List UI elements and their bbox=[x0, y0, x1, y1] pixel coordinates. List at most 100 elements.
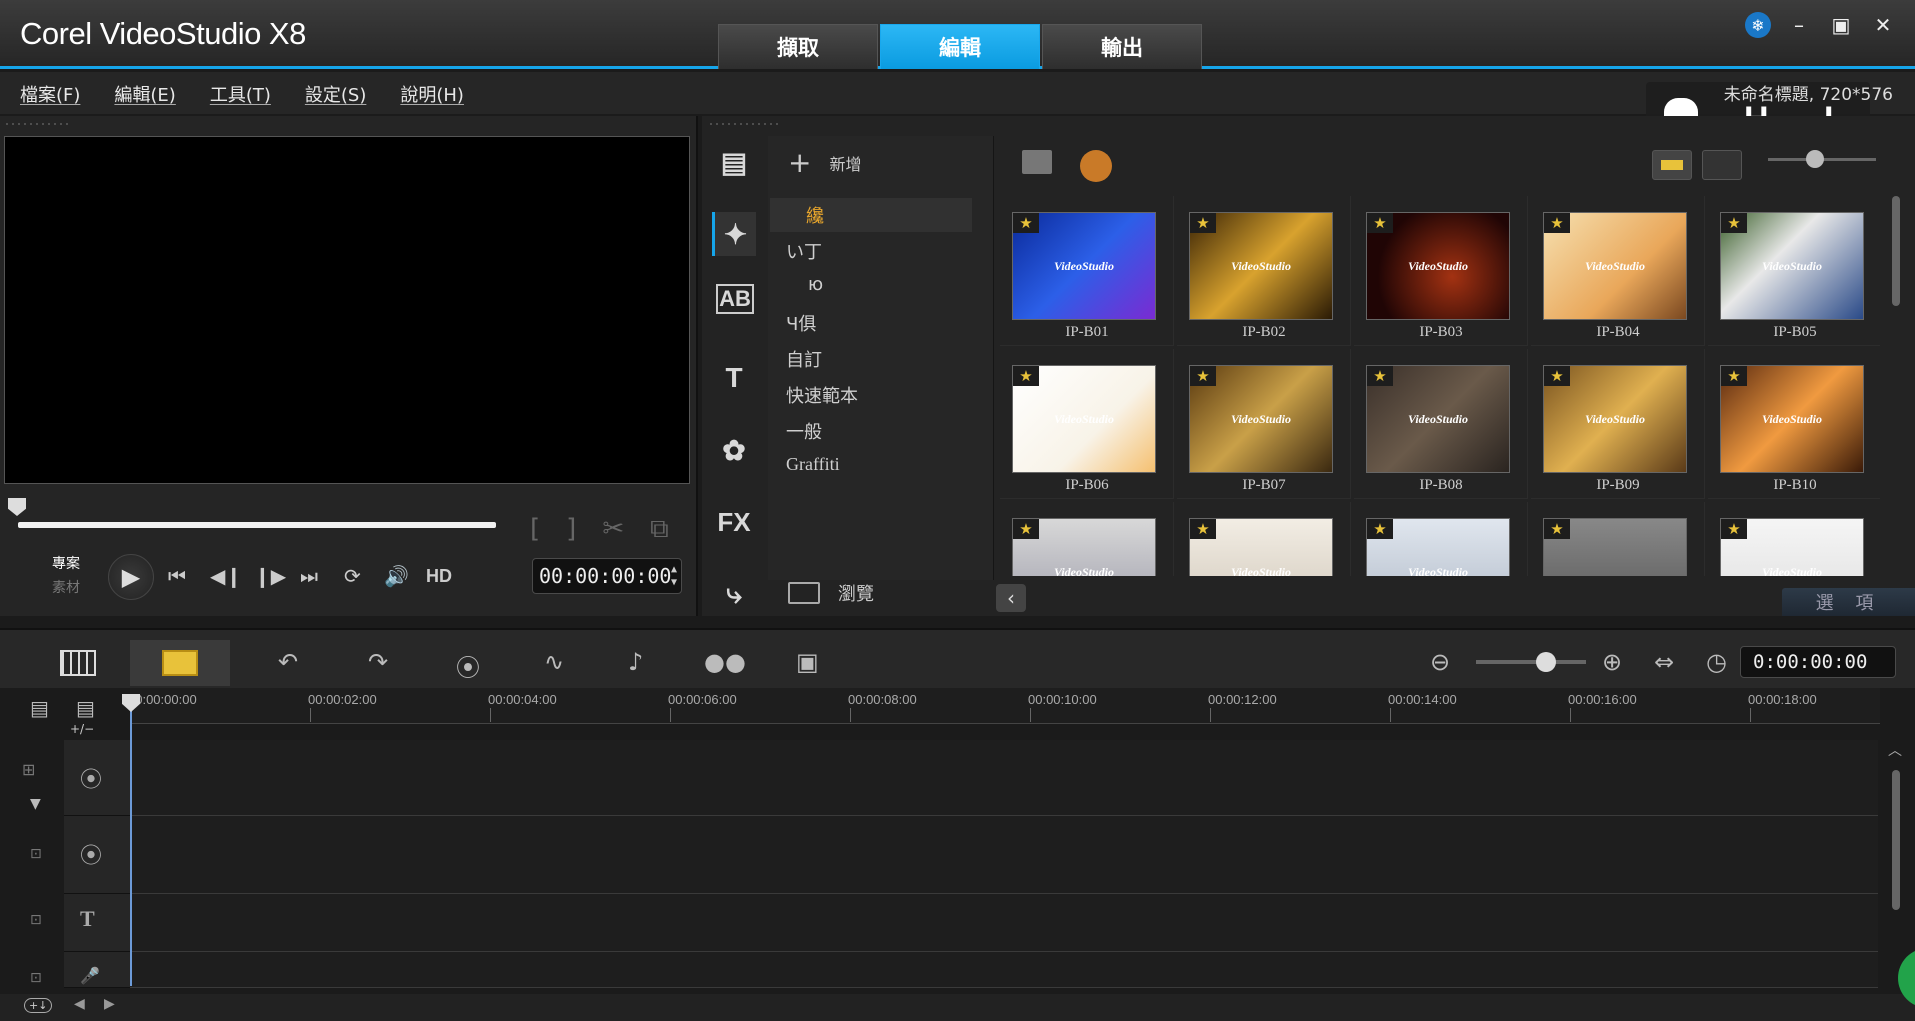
options-button[interactable]: 選 項 bbox=[1782, 588, 1915, 616]
thumbnail-image[interactable]: ★ VideoStudio bbox=[1189, 212, 1333, 320]
chevron-down-icon[interactable]: ▼ bbox=[30, 796, 41, 812]
title-icon[interactable]: AB bbox=[716, 284, 754, 314]
fit-project-icon[interactable]: ⇔ bbox=[1654, 648, 1674, 676]
tab-capture[interactable]: 擷取 bbox=[718, 24, 878, 69]
playhead-line[interactable] bbox=[130, 696, 132, 986]
video-track[interactable] bbox=[130, 740, 1878, 816]
copy-icon[interactable]: ⧉ bbox=[650, 514, 669, 545]
folder-item[interactable]: 一般 bbox=[786, 418, 822, 444]
close-button[interactable]: ✕ bbox=[1869, 12, 1897, 38]
menu-settings[interactable]: 設定(S) bbox=[305, 81, 366, 107]
thumbnail-item[interactable]: ★ VideoStudio IP-B01 bbox=[1000, 196, 1174, 346]
thumbnail-image[interactable]: ★ VideoStudio bbox=[1720, 518, 1864, 576]
undo-icon[interactable]: ↶ bbox=[278, 648, 298, 676]
text-icon[interactable]: T bbox=[712, 356, 756, 400]
sound-mixer-icon[interactable]: ∿ bbox=[544, 648, 564, 676]
scroll-right-icon[interactable]: ▶ bbox=[104, 996, 115, 1012]
overlay-track[interactable] bbox=[130, 816, 1878, 894]
thumbnail-item[interactable]: ★ VideoStudio IP-B08 bbox=[1354, 349, 1528, 499]
menu-file[interactable]: 檔案(F) bbox=[20, 81, 80, 107]
end-icon[interactable]: ⏭ bbox=[300, 564, 318, 588]
track-manager-icon[interactable]: ▤ bbox=[30, 696, 49, 720]
lock-icon[interactable]: ⊡ bbox=[30, 912, 42, 928]
thumbnail-item[interactable]: ★ VideoStudio IP-B04 bbox=[1531, 196, 1705, 346]
thumbnail-item[interactable]: ★ VideoStudio bbox=[1000, 502, 1174, 576]
add-chapter-icon[interactable]: ▤ bbox=[76, 696, 95, 720]
thumb-size-knob[interactable] bbox=[1806, 150, 1824, 168]
thumbnail-image[interactable]: ★ VideoStudio bbox=[1366, 212, 1510, 320]
list-view-button[interactable] bbox=[1652, 150, 1692, 180]
previous-frame-icon[interactable]: ◀❙ bbox=[210, 564, 242, 588]
mark-out-icon[interactable]: ] bbox=[566, 514, 576, 545]
timeline-ruler[interactable]: 00:00:00:00 00:00:02:00 00:00:04:00 00:00:0… bbox=[128, 688, 1880, 724]
zoom-slider[interactable] bbox=[1476, 660, 1586, 664]
thumbnail-image[interactable]: ★ VideoStudio bbox=[1012, 212, 1156, 320]
play-button[interactable]: ▶ bbox=[108, 554, 154, 600]
timeline-scrollbar[interactable] bbox=[1892, 770, 1900, 910]
subtitle-editor-icon[interactable]: ▣ bbox=[796, 648, 819, 676]
scroll-left-icon[interactable]: ◀ bbox=[74, 996, 85, 1012]
thumbnail-image[interactable]: ★ VideoStudio bbox=[1720, 365, 1864, 473]
folder-item[interactable]: い丁 bbox=[786, 238, 822, 264]
thumbnail-image[interactable]: ★ VideoStudio bbox=[1189, 365, 1333, 473]
mode-project[interactable]: 專案 bbox=[52, 552, 80, 576]
thumbnail-item[interactable]: ★ VideoStudio bbox=[1177, 502, 1351, 576]
thumbnail-item[interactable]: ★ VideoStudio IP-B05 bbox=[1708, 196, 1880, 346]
tab-share[interactable]: 輸出 bbox=[1042, 24, 1202, 69]
title-track-header[interactable] bbox=[64, 894, 130, 952]
graphic-icon[interactable]: ✿ bbox=[712, 428, 756, 472]
record-capture-icon[interactable]: ⦿ bbox=[456, 648, 480, 683]
library-scrollbar[interactable] bbox=[1892, 196, 1900, 306]
thumbnail-image[interactable]: ★ VideoStudio bbox=[1366, 365, 1510, 473]
scrub-bar[interactable] bbox=[18, 522, 496, 528]
split-icon[interactable]: ✂ bbox=[602, 514, 624, 545]
motion-tracking-icon[interactable]: ●● bbox=[704, 648, 746, 676]
thumbnail-item[interactable]: ★ VideoStudio IP-B06 bbox=[1000, 349, 1174, 499]
redo-icon[interactable]: ↷ bbox=[368, 648, 388, 676]
thumbnail-image[interactable]: ★ VideoStudio bbox=[1012, 518, 1156, 576]
thumbnail-image[interactable]: ★ bbox=[1543, 518, 1687, 576]
thumbnail-item[interactable]: ★ VideoStudio IP-B03 bbox=[1354, 196, 1528, 346]
thumbnail-image[interactable]: ★ VideoStudio bbox=[1366, 518, 1510, 576]
library-grip[interactable] bbox=[708, 122, 778, 126]
add-folder-button[interactable]: + 新增 bbox=[788, 146, 861, 179]
storyboard-view-button[interactable] bbox=[28, 640, 128, 686]
collapse-left-icon[interactable]: ‹ bbox=[996, 584, 1026, 612]
thumbnail-item[interactable]: ★ bbox=[1531, 502, 1705, 576]
timeline-timecode[interactable]: 0:00:00:00 bbox=[1740, 646, 1896, 678]
menu-help[interactable]: 說明(H) bbox=[400, 81, 464, 107]
thumbnail-image[interactable]: ★ VideoStudio bbox=[1189, 518, 1333, 576]
thumbnail-item[interactable]: ★ VideoStudio bbox=[1354, 502, 1528, 576]
add-remove-track[interactable]: +/− bbox=[70, 722, 94, 736]
restore-button[interactable]: ▣ bbox=[1827, 12, 1855, 38]
zoom-out-icon[interactable]: ⊖ bbox=[1430, 648, 1450, 676]
lock-icon[interactable]: ⊡ bbox=[30, 846, 42, 862]
tab-edit[interactable]: 編輯 bbox=[880, 24, 1040, 69]
menu-tools[interactable]: 工具(T) bbox=[210, 81, 271, 107]
folder-item[interactable]: 快速範本 bbox=[786, 382, 858, 408]
thumbnail-item[interactable]: ★ VideoStudio IP-B10 bbox=[1708, 349, 1880, 499]
media-icon[interactable]: ▤ bbox=[712, 140, 756, 184]
lock-icon[interactable]: ⊡ bbox=[30, 970, 42, 986]
scroll-up-icon[interactable]: ︿ bbox=[1888, 740, 1902, 760]
minimize-button[interactable]: – bbox=[1785, 12, 1813, 38]
preview-grip[interactable] bbox=[4, 122, 68, 126]
folder-icon[interactable] bbox=[1022, 150, 1052, 174]
thumbnail-image[interactable]: ★ VideoStudio bbox=[1543, 365, 1687, 473]
repeat-icon[interactable]: ⟳ bbox=[344, 564, 361, 588]
mode-clip[interactable]: 素材 bbox=[52, 576, 80, 600]
voice-track[interactable] bbox=[130, 952, 1878, 988]
home-icon[interactable]: ⏮ bbox=[168, 564, 186, 588]
thumbnail-item[interactable]: ★ VideoStudio IP-B09 bbox=[1531, 349, 1705, 499]
hd-button[interactable]: HD bbox=[426, 566, 452, 587]
thumbnail-image[interactable]: ★ VideoStudio bbox=[1012, 365, 1156, 473]
film-reel-icon[interactable] bbox=[1080, 150, 1112, 182]
folder-item[interactable]: 自訂 bbox=[786, 346, 822, 372]
next-frame-icon[interactable]: ❙▶ bbox=[254, 564, 286, 588]
thumbnail-item[interactable]: ★ VideoStudio bbox=[1708, 502, 1880, 576]
auto-music-icon[interactable]: ♪ bbox=[628, 648, 643, 676]
sort-button[interactable] bbox=[1702, 150, 1742, 180]
folder-item[interactable]: Graffiti bbox=[786, 454, 840, 475]
folder-item[interactable]: ю bbox=[808, 274, 823, 295]
title-track[interactable] bbox=[130, 894, 1878, 952]
